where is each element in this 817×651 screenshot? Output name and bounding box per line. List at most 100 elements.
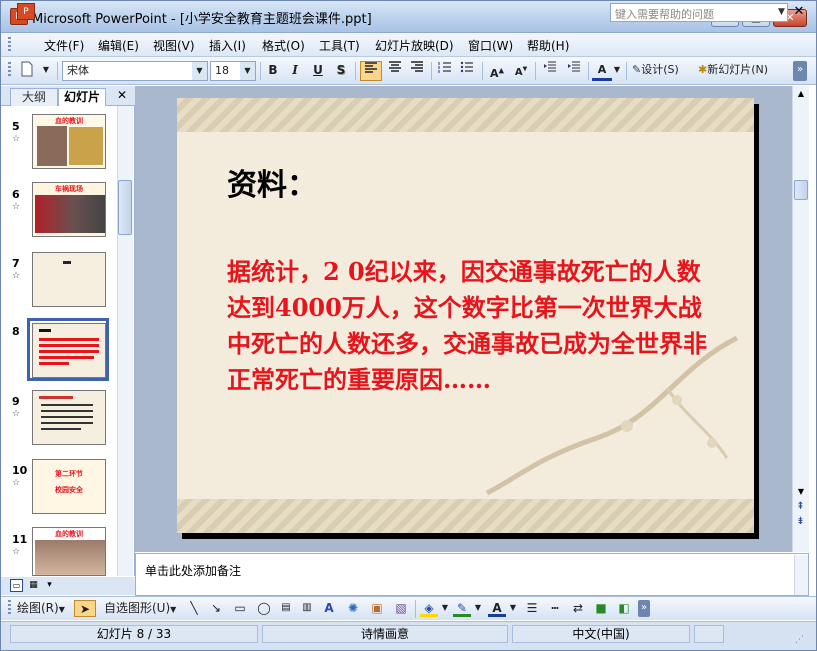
slides-pane-scroll-thumb[interactable] [118,180,132,235]
slide-thumbnail[interactable]: 第二环节 校园安全 [32,459,106,514]
increase-indent-button[interactable] [564,61,584,81]
line-color-icon[interactable]: ✎ [453,600,471,617]
decrease-indent-button[interactable] [540,61,560,81]
font-color-button[interactable]: A [592,61,612,81]
slide-thumbnail[interactable]: 血的教训 [32,114,106,169]
font-color-draw-dropdown-icon[interactable]: ▼ [508,600,518,617]
toolbar-separator [260,62,261,80]
arrow-tool-icon[interactable]: ↘ [208,600,224,617]
autoshapes-dropdown-icon: ▼ [170,605,177,614]
slide-body-text[interactable]: 据统计，2 0纪以来，因交通事故死亡的人数达到4000万人，这个数字比第一次世界… [227,254,717,398]
insert-picture-tool-icon[interactable]: ▧ [392,600,410,617]
close-document-button[interactable]: ✕ [792,3,806,21]
slide-number: 11 [12,533,28,546]
new-slide-button[interactable]: ✱新幻灯片(N) [698,61,784,81]
font-color-dropdown-icon[interactable]: ▼ [612,61,622,81]
align-center-button[interactable] [385,61,405,81]
font-color-draw-icon[interactable]: A [488,600,506,617]
menu-slideshow[interactable]: 幻灯片放映(D) [375,37,454,53]
vertical-text-box-tool-icon[interactable]: ▥ [298,600,316,617]
menu-tools[interactable]: 工具(T) [319,37,360,53]
scroll-up-arrow-icon[interactable]: ▲ [794,88,808,100]
bold-button[interactable]: B [264,61,282,81]
tab-outline[interactable]: 大纲 [10,88,58,106]
menu-window[interactable]: 窗口(W) [468,37,513,53]
menu-edit[interactable]: 编辑(E) [98,37,139,53]
draw-menu-button[interactable]: 绘图(R)▼ [17,600,73,617]
shadow-style-icon[interactable]: ■ [592,600,610,617]
notes-scrollbar[interactable] [794,555,808,595]
font-name-dropdown-icon[interactable]: ▼ [192,62,207,80]
slide-thumbnail[interactable] [32,252,106,307]
shadow-button[interactable]: S [332,61,350,81]
scroll-down-arrow-icon[interactable]: ▼ [794,486,808,498]
underline-button[interactable]: U [309,61,327,81]
toolbar-grip-handle[interactable] [8,62,11,78]
fill-color-icon[interactable]: ◈ [420,600,438,617]
draw-label: 绘图(R) [17,601,59,615]
design-button[interactable]: ✎设计(S) [632,61,694,81]
menu-format[interactable]: 格式(O) [262,37,305,53]
toolbar-overflow-chevron-icon[interactable]: » [793,61,807,81]
toolbar-options-dropdown-icon[interactable]: ▼ [40,61,52,81]
status-design-theme: 诗情画意 [262,625,508,643]
close-pane-button[interactable]: ✕ [114,88,130,104]
drawbar-overflow-chevron-icon[interactable]: » [638,600,650,617]
editing-area-scrollbar[interactable] [792,86,809,552]
slide-thumbnail[interactable] [32,390,106,445]
notes-placeholder[interactable]: 单击此处添加备注 [145,562,241,579]
normal-view-icon[interactable]: ▭ [10,579,23,592]
menu-insert[interactable]: 插入(I) [209,37,246,53]
line-style-icon[interactable]: ☰ [523,600,541,617]
drawbar-grip-handle[interactable] [8,600,11,616]
arrow-style-icon[interactable]: ⇄ [569,600,587,617]
align-center-icon [389,61,401,72]
slide-title[interactable]: 资料： [227,160,317,204]
font-size-dropdown-icon[interactable]: ▼ [240,62,255,80]
menu-view[interactable]: 视图(V) [153,37,195,53]
fill-color-dropdown-icon[interactable]: ▼ [440,600,450,617]
menu-help[interactable]: 帮助(H) [527,37,569,53]
slide-thumbnail[interactable]: 血的教训 [32,527,106,576]
line-color-dropdown-icon[interactable]: ▼ [473,600,483,617]
numbering-button[interactable] [435,61,455,81]
select-objects-button[interactable]: ➤ [74,600,96,617]
new-document-icon[interactable] [17,61,37,81]
document-icon[interactable]: P [17,3,35,20]
autoshapes-menu-button[interactable]: 自选图形(U)▼ [104,600,182,617]
3d-style-icon[interactable]: ◧ [615,600,633,617]
line-tool-icon[interactable]: ╲ [186,600,202,617]
menu-file[interactable]: 文件(F) [44,37,84,53]
help-dropdown-arrow-icon[interactable]: ▼ [775,3,788,22]
align-left-button[interactable] [360,61,382,81]
italic-button[interactable]: I [286,61,304,81]
slide-number: 7 [12,257,20,270]
slide-sorter-view-icon[interactable]: ▦ [27,579,40,592]
menu-grip-handle[interactable] [8,37,11,53]
previous-slide-button[interactable]: ⇞ [793,501,808,515]
help-search-input[interactable]: 键入需要帮助的问题 [610,3,788,22]
dash-style-icon[interactable]: ┅ [546,600,564,617]
slides-pane-scrollbar[interactable] [117,106,133,576]
text-box-tool-icon[interactable]: ▤ [277,600,295,617]
slideshow-view-icon[interactable]: ▾ [43,579,56,592]
diagram-tool-icon[interactable]: ✺ [344,600,362,617]
next-slide-button[interactable]: ⇟ [793,516,808,530]
rectangle-tool-icon[interactable]: ▭ [230,600,250,617]
window-title: Microsoft PowerPoint - [小学安全教育主题班会课件.ppt… [32,12,372,27]
clipart-tool-icon[interactable]: ▣ [368,600,386,617]
decrease-font-size-button[interactable]: A▼ [511,61,531,81]
editing-area-scroll-thumb[interactable] [794,180,808,200]
design-label: 设计(S) [641,63,679,76]
increase-font-size-button[interactable]: A▲ [487,61,507,81]
tab-slides[interactable]: 幻灯片 [58,88,106,106]
bullets-button[interactable] [457,61,477,81]
align-right-button[interactable] [407,61,427,81]
font-name-select[interactable]: 宋体 [62,61,208,81]
slide-thumbnail[interactable]: 车祸现场 [32,182,106,237]
oval-tool-icon[interactable]: ◯ [254,600,274,617]
resize-grip-icon[interactable]: ⋰ [795,634,807,646]
slide-canvas[interactable]: 资料： 据统计，2 0纪以来，因交通事故死亡的人数达到4000万人，这个数字比第… [177,98,754,533]
slide-thumbnail-selected[interactable] [27,318,109,381]
wordart-tool-icon[interactable]: A [320,600,338,617]
